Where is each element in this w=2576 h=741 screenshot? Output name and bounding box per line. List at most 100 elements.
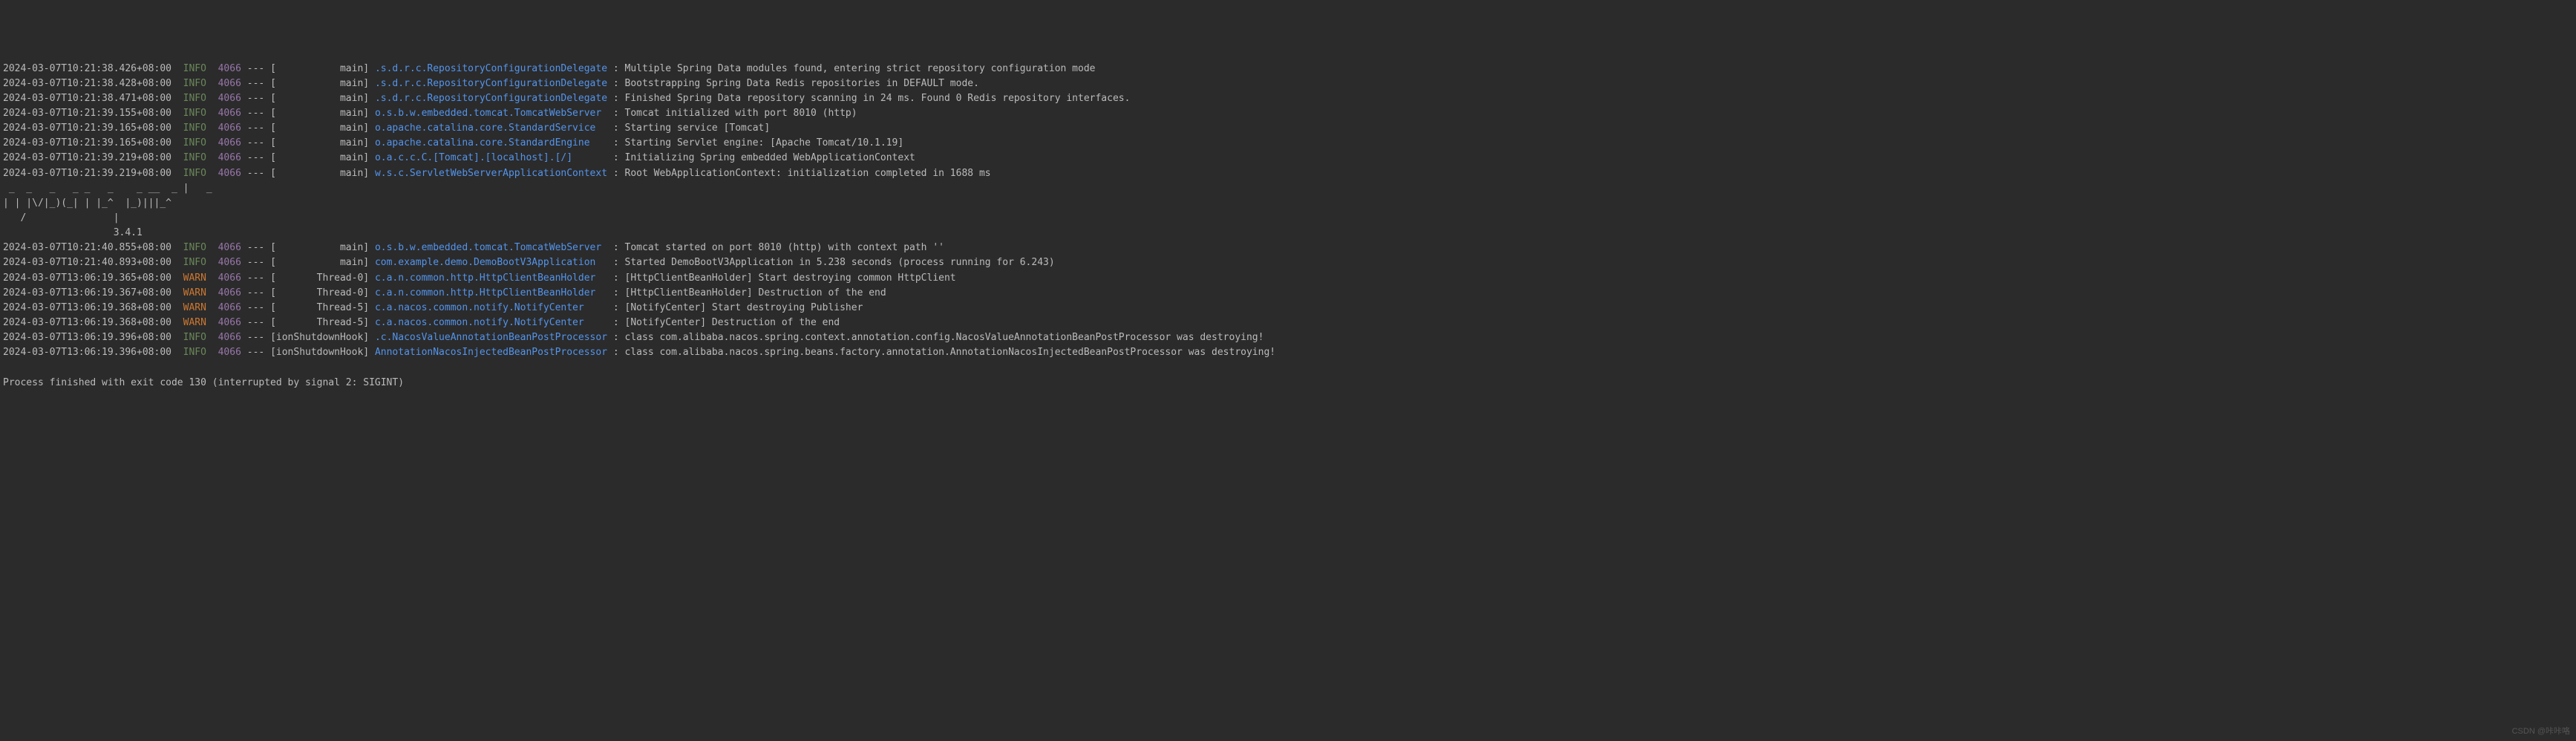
log-colon: : <box>607 332 624 343</box>
log-timestamp: 2024-03-07T13:06:19.396+08:00 <box>3 332 171 343</box>
log-line: 2024-03-07T13:06:19.365+08:00 WARN 4066 … <box>3 271 2573 286</box>
log-colon: : <box>607 63 624 74</box>
log-line: 2024-03-07T13:06:19.368+08:00 WARN 4066 … <box>3 301 2573 316</box>
log-message: [NotifyCenter] Start destroying Publishe… <box>625 302 863 313</box>
log-line: 2024-03-07T10:21:39.219+08:00 INFO 4066 … <box>3 151 2573 166</box>
log-timestamp: 2024-03-07T10:21:38.471+08:00 <box>3 93 171 104</box>
log-separator: --- <box>241 93 270 104</box>
log-line: 2024-03-07T13:06:19.396+08:00 INFO 4066 … <box>3 330 2573 345</box>
log-line: 2024-03-07T10:21:39.155+08:00 INFO 4066 … <box>3 106 2573 121</box>
log-colon: : <box>607 137 624 148</box>
log-separator: --- <box>241 347 270 358</box>
log-timestamp: 2024-03-07T10:21:39.219+08:00 <box>3 152 171 163</box>
banner-line: / | <box>3 212 171 223</box>
log-message: Tomcat started on port 8010 (http) with … <box>625 242 944 253</box>
log-separator: --- <box>241 257 270 268</box>
log-message: [NotifyCenter] Destruction of the end <box>625 317 840 328</box>
log-message: [HttpClientBeanHolder] Destruction of th… <box>625 287 886 298</box>
log-level: WARN <box>183 272 212 284</box>
log-line: 2024-03-07T10:21:39.219+08:00 INFO 4066 … <box>3 166 2573 181</box>
log-logger: .c.NacosValueAnnotationBeanPostProcessor <box>375 332 607 343</box>
log-message: class com.alibaba.nacos.spring.beans.fac… <box>625 347 1276 358</box>
log-separator: --- <box>241 317 270 328</box>
log-colon: : <box>607 93 624 104</box>
log-message: Bootstrapping Spring Data Redis reposito… <box>625 78 979 89</box>
log-level: INFO <box>183 93 212 104</box>
log-level: WARN <box>183 287 212 298</box>
log-message: Root WebApplicationContext: initializati… <box>625 168 991 179</box>
log-line: 2024-03-07T13:06:19.367+08:00 WARN 4066 … <box>3 286 2573 301</box>
log-timestamp: 2024-03-07T13:06:19.396+08:00 <box>3 347 171 358</box>
log-timestamp: 2024-03-07T13:06:19.368+08:00 <box>3 317 171 328</box>
log-timestamp: 2024-03-07T10:21:38.428+08:00 <box>3 78 171 89</box>
log-timestamp: 2024-03-07T10:21:39.165+08:00 <box>3 137 171 148</box>
log-line: 2024-03-07T10:21:39.165+08:00 INFO 4066 … <box>3 121 2573 136</box>
log-timestamp: 2024-03-07T13:06:19.367+08:00 <box>3 287 171 298</box>
log-logger: .s.d.r.c.RepositoryConfigurationDelegate <box>375 78 607 89</box>
log-colon: : <box>607 108 624 119</box>
log-message: Initializing Spring embedded WebApplicat… <box>625 152 915 163</box>
log-timestamp: 2024-03-07T10:21:39.219+08:00 <box>3 168 171 179</box>
log-separator: --- <box>241 152 270 163</box>
log-message: Finished Spring Data repository scanning… <box>625 93 1131 104</box>
log-separator: --- <box>241 123 270 134</box>
log-colon: : <box>607 242 624 253</box>
log-logger: c.a.n.common.http.HttpClientBeanHolder <box>375 287 607 298</box>
log-level: INFO <box>183 123 212 134</box>
log-line: 2024-03-07T10:21:38.471+08:00 INFO 4066 … <box>3 91 2573 106</box>
log-colon: : <box>607 347 624 358</box>
log-pid: 4066 <box>218 272 241 284</box>
log-level: INFO <box>183 108 212 119</box>
log-thread: [ Thread-5] <box>270 302 369 313</box>
log-logger: c.a.n.common.http.HttpClientBeanHolder <box>375 272 607 284</box>
log-colon: : <box>607 123 624 134</box>
log-pid: 4066 <box>218 242 241 253</box>
log-colon: : <box>607 152 624 163</box>
log-pid: 4066 <box>218 108 241 119</box>
watermark: CSDN @咔咔咯 <box>2512 725 2570 738</box>
log-line: 2024-03-07T10:21:39.165+08:00 INFO 4066 … <box>3 136 2573 151</box>
log-logger: AnnotationNacosInjectedBeanPostProcessor <box>375 347 607 358</box>
log-message: Multiple Spring Data modules found, ente… <box>625 63 1096 74</box>
log-timestamp: 2024-03-07T10:21:39.155+08:00 <box>3 108 171 119</box>
log-pid: 4066 <box>218 137 241 148</box>
log-logger: .s.d.r.c.RepositoryConfigurationDelegate <box>375 93 607 104</box>
log-pid: 4066 <box>218 287 241 298</box>
log-separator: --- <box>241 242 270 253</box>
log-pid: 4066 <box>218 347 241 358</box>
log-separator: --- <box>241 302 270 313</box>
log-logger: o.s.b.w.embedded.tomcat.TomcatWebServer <box>375 242 607 253</box>
log-timestamp: 2024-03-07T13:06:19.368+08:00 <box>3 302 171 313</box>
banner-line: _ _ _ _ _ _ _ __ _ | _ <box>3 183 218 194</box>
log-message: Starting service [Tomcat] <box>625 123 771 134</box>
log-timestamp: 2024-03-07T13:06:19.365+08:00 <box>3 272 171 284</box>
log-colon: : <box>607 317 624 328</box>
log-separator: --- <box>241 108 270 119</box>
log-level: INFO <box>183 137 212 148</box>
log-pid: 4066 <box>218 93 241 104</box>
log-pid: 4066 <box>218 317 241 328</box>
log-logger: o.a.c.c.C.[Tomcat].[localhost].[/] <box>375 152 607 163</box>
console-output[interactable]: 2024-03-07T10:21:38.426+08:00 INFO 4066 … <box>3 62 2573 391</box>
log-line: 2024-03-07T10:21:38.428+08:00 INFO 4066 … <box>3 76 2573 91</box>
log-logger: c.a.nacos.common.notify.NotifyCenter <box>375 317 607 328</box>
log-pid: 4066 <box>218 78 241 89</box>
log-thread: [ main] <box>270 242 369 253</box>
log-level: INFO <box>183 63 212 74</box>
banner-version: 3.4.1 <box>3 227 143 238</box>
log-level: INFO <box>183 78 212 89</box>
log-pid: 4066 <box>218 302 241 313</box>
log-separator: --- <box>241 78 270 89</box>
log-logger: o.apache.catalina.core.StandardEngine <box>375 137 607 148</box>
log-level: INFO <box>183 242 212 253</box>
log-logger: .s.d.r.c.RepositoryConfigurationDelegate <box>375 63 607 74</box>
log-thread: [ main] <box>270 257 369 268</box>
log-message: Tomcat initialized with port 8010 (http) <box>625 108 857 119</box>
log-thread: [ main] <box>270 63 369 74</box>
log-line: 2024-03-07T10:21:40.855+08:00 INFO 4066 … <box>3 241 2573 255</box>
log-colon: : <box>607 78 624 89</box>
log-pid: 4066 <box>218 152 241 163</box>
log-colon: : <box>607 287 624 298</box>
log-level: INFO <box>183 332 212 343</box>
log-colon: : <box>607 257 624 268</box>
